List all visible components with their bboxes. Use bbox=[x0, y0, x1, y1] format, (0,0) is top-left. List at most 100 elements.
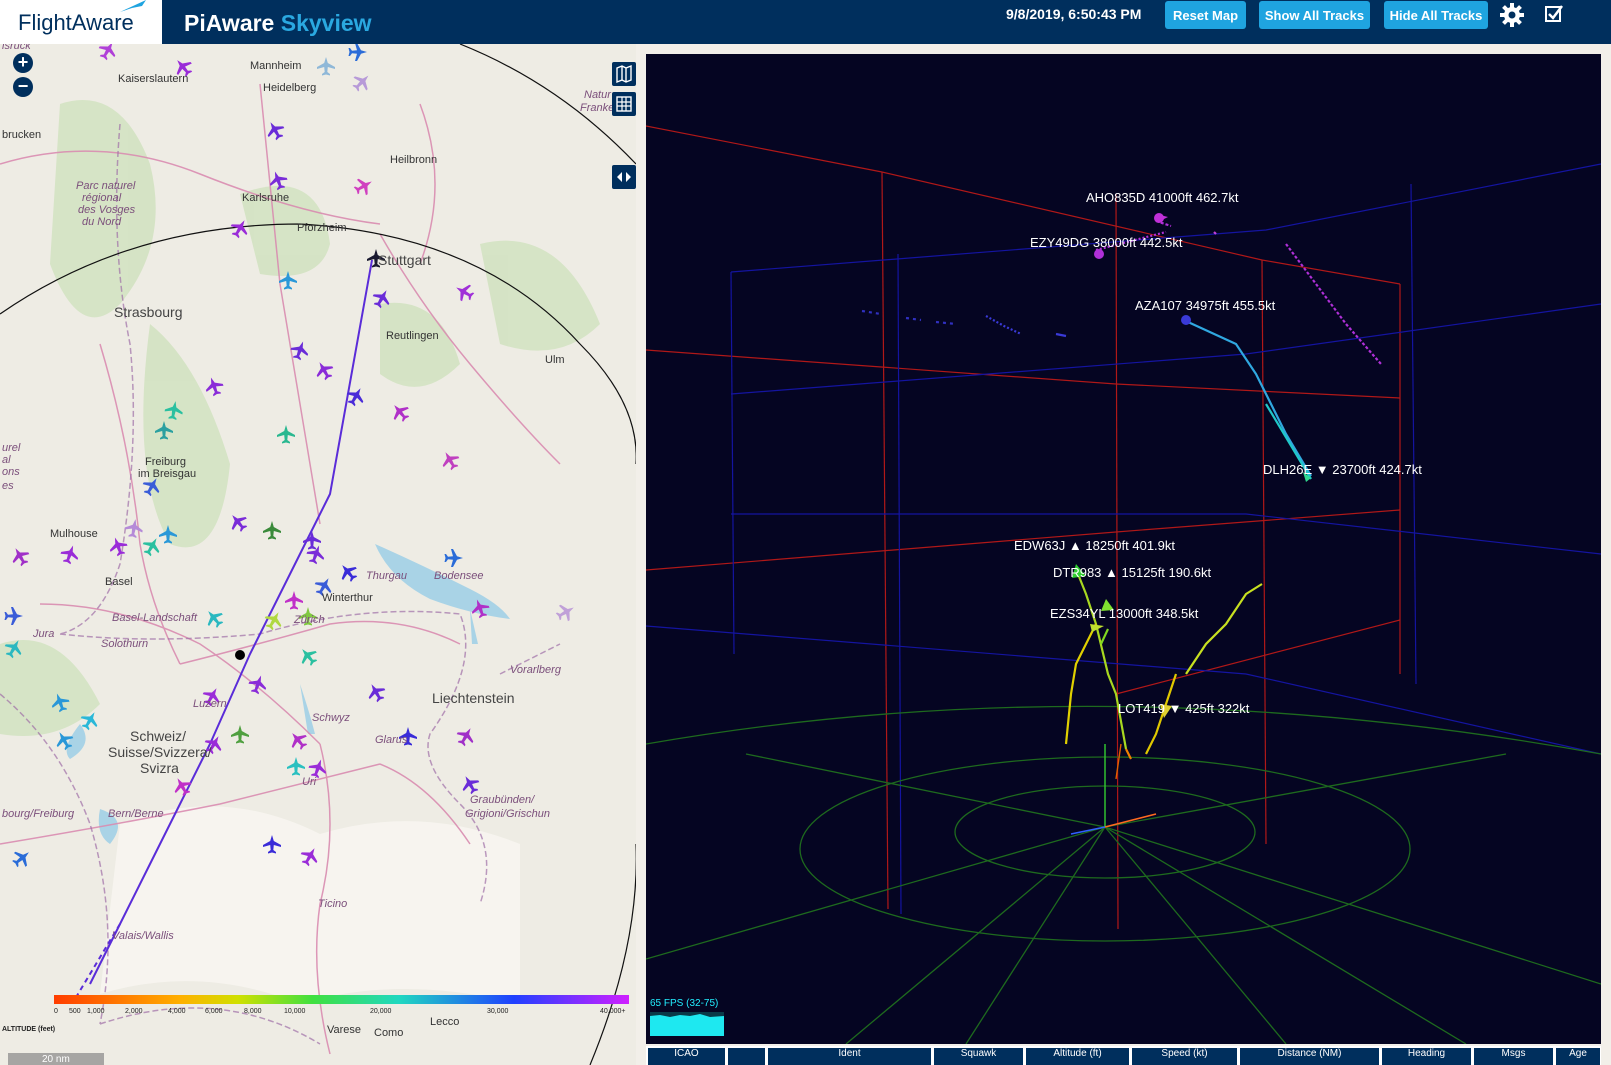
map-place-label: Luzern bbox=[193, 698, 227, 710]
flight-label[interactable]: EDW63J ▲ 18250ft 401.9kt bbox=[1014, 538, 1175, 553]
flightaware-logo[interactable]: FlightAware bbox=[0, 0, 162, 44]
app-title: PiAware Skyview bbox=[184, 10, 372, 37]
map-place-label: brucken bbox=[2, 129, 42, 141]
map-place-label: urel bbox=[2, 442, 21, 454]
table-column-header[interactable]: Distance (NM) bbox=[1240, 1048, 1379, 1065]
checklist-icon[interactable] bbox=[1544, 4, 1564, 24]
logo-text: FlightAware bbox=[18, 10, 134, 35]
map-place-label: Schwyz bbox=[312, 712, 350, 724]
map-place-label: du Nord bbox=[82, 216, 122, 228]
map-place-label: Bodensee bbox=[434, 570, 484, 582]
app-title-skyview: Skyview bbox=[280, 10, 372, 36]
map-place-label: Heidelberg bbox=[263, 82, 317, 94]
flight-label[interactable]: AZA107 34975ft 455.5kt bbox=[1135, 298, 1275, 313]
skyview-3d-panel[interactable]: AHO835D 41000ft 462.7kt EZY49DG 38000ft 4… bbox=[646, 54, 1601, 1044]
fps-graph bbox=[650, 1012, 724, 1036]
table-column-header[interactable]: Speed (kt) bbox=[1132, 1048, 1237, 1065]
map-layers-icon[interactable] bbox=[612, 62, 636, 86]
zoom-out-button[interactable]: − bbox=[13, 77, 33, 97]
map-place-label: Uri bbox=[302, 776, 317, 788]
map-place-label: Lecco bbox=[430, 1016, 460, 1028]
map-place-label: Como bbox=[374, 1027, 404, 1039]
map-place-label: Svizra bbox=[140, 760, 179, 776]
table-column-header[interactable]: Heading bbox=[1382, 1048, 1471, 1065]
map-place-label: Glarus bbox=[375, 734, 408, 746]
altitude-legend-tick: 40,000+ bbox=[600, 1008, 626, 1015]
flight-label[interactable]: DTR983 ▲ 15125ft 190.6kt bbox=[1053, 565, 1211, 580]
altitude-legend-tick: 20,000 bbox=[370, 1008, 392, 1015]
show-all-tracks-button[interactable]: Show All Tracks bbox=[1259, 1, 1370, 29]
map-place-label: Kaiserslautern bbox=[118, 73, 189, 85]
map-place-label: régional bbox=[82, 192, 122, 204]
map-place-label: im Breisgau bbox=[138, 468, 197, 480]
map-place-label: Solothurn bbox=[101, 638, 149, 650]
map-place-label: Suisse/Svizzera/ bbox=[108, 744, 212, 760]
altitude-legend-tick: 0 bbox=[54, 1008, 58, 1015]
altitude-legend-tick: 4,000 bbox=[168, 1008, 186, 1015]
panel-toggle-icon[interactable] bbox=[612, 165, 636, 189]
table-column-header[interactable]: Ident bbox=[768, 1048, 931, 1065]
fps-counter: 65 FPS (32-75) bbox=[650, 998, 719, 1009]
map-place-label: Vorarlberg bbox=[510, 664, 561, 676]
map-place-label: isruck bbox=[2, 44, 31, 52]
flight-label[interactable]: EZS34YL 13000ft 348.5kt bbox=[1050, 606, 1198, 621]
map-place-label: al bbox=[2, 454, 11, 466]
altitude-legend-tick: 2,000 bbox=[125, 1008, 143, 1015]
aircraft-table-header: ICAO Ident Squawk Altitude (ft) Speed (kt) Di… bbox=[646, 1046, 1601, 1065]
table-column-header[interactable]: Msgs bbox=[1474, 1048, 1553, 1065]
table-column-header[interactable]: Squawk bbox=[934, 1048, 1023, 1065]
map-place-label: Freiburg bbox=[145, 456, 186, 468]
flight-label[interactable]: DLH26E ▼ 23700ft 424.7kt bbox=[1263, 462, 1422, 477]
altitude-legend-tick: 500 bbox=[69, 1008, 81, 1015]
map-place-label: Liechtenstein bbox=[432, 690, 515, 706]
map-place-label: Thurgau bbox=[366, 570, 407, 582]
map-place-label: Varese bbox=[327, 1024, 362, 1036]
table-column-header[interactable] bbox=[728, 1048, 765, 1065]
table-column-header[interactable]: ICAO bbox=[648, 1048, 725, 1065]
flight-label[interactable]: AHO835D 41000ft 462.7kt bbox=[1086, 190, 1239, 205]
map-place-label: Pforzheim bbox=[297, 222, 347, 234]
header-bar: FlightAware PiAware Skyview 9/8/2019, 6:… bbox=[0, 0, 1611, 44]
table-column-header[interactable]: Age bbox=[1556, 1048, 1600, 1065]
gear-icon[interactable] bbox=[1499, 2, 1525, 28]
flight-label[interactable]: LOT419 ▼ 425ft 322kt bbox=[1118, 701, 1249, 716]
clock-timestamp: 9/8/2019, 6:50:43 PM bbox=[1006, 6, 1142, 22]
map-panel[interactable]: Mannheim Kaiserslautern Heidelberg brucken H… bbox=[0, 44, 636, 1065]
map-place-label: Mulhouse bbox=[50, 528, 98, 540]
map-place-label: Schweiz/ bbox=[130, 728, 187, 744]
map-place-label: Graubünden/ bbox=[470, 794, 535, 806]
altitude-color-bar bbox=[54, 995, 629, 1004]
scale-label: 20 nm bbox=[42, 1054, 70, 1065]
map-place-label: Franke bbox=[580, 102, 615, 114]
zoom-in-button[interactable]: + bbox=[13, 53, 33, 73]
grid-toggle-icon[interactable] bbox=[612, 92, 636, 116]
map-place-label: Heilbronn bbox=[390, 154, 438, 166]
reset-map-button[interactable]: Reset Map bbox=[1165, 1, 1246, 29]
map-place-label: Ticino bbox=[318, 898, 348, 910]
hide-all-tracks-button[interactable]: Hide All Tracks bbox=[1384, 1, 1488, 29]
map-place-label: Karlsruhe bbox=[242, 192, 290, 204]
map-place-label: Stuttgart bbox=[378, 252, 431, 268]
map-place-label: Ulm bbox=[545, 354, 565, 366]
altitude-legend-tick: 30,000 bbox=[487, 1008, 509, 1015]
map-place-label: Valais/Wallis bbox=[112, 930, 174, 942]
altitude-legend-tick: 1,000 bbox=[87, 1008, 105, 1015]
table-column-header[interactable]: Altitude (ft) bbox=[1026, 1048, 1129, 1065]
map-place-label: Zürich bbox=[294, 614, 325, 626]
map-place-label: bourg/Freiburg bbox=[2, 808, 75, 820]
map-place-label: ons bbox=[2, 466, 20, 478]
altitude-legend-tick: 8,000 bbox=[244, 1008, 262, 1015]
logo-plane-icon bbox=[120, 0, 146, 12]
map-place-label: des Vosges bbox=[78, 204, 136, 216]
map-place-label: Grigioni/Grischun bbox=[465, 808, 550, 820]
app-title-piaware: PiAware bbox=[184, 10, 275, 36]
flight-label[interactable]: EZY49DG 38000ft 442.5kt bbox=[1030, 235, 1182, 250]
map-place-label: Bern/Berne bbox=[108, 808, 164, 820]
receiver-site-marker bbox=[235, 650, 245, 660]
map-place-label: Jura bbox=[33, 628, 55, 640]
map-place-label: Natur bbox=[584, 89, 611, 101]
map-place-label: Basel bbox=[105, 576, 133, 588]
map-place-label: Strasbourg bbox=[114, 304, 183, 320]
map-place-label: Parc naturel bbox=[76, 180, 136, 192]
map-place-label: Reutlingen bbox=[386, 330, 439, 342]
